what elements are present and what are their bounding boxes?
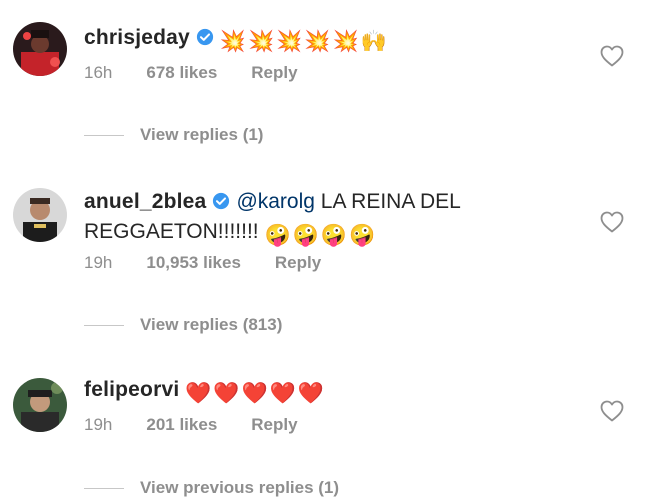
username[interactable]: anuel_2blea xyxy=(84,190,206,213)
verified-badge-icon xyxy=(213,192,230,210)
comment-line: REGGAETON!!!!!!! 🤪🤪🤪🤪 xyxy=(84,217,584,251)
verified-badge-icon xyxy=(196,28,214,46)
username[interactable]: felipeorvi xyxy=(84,378,179,401)
reply-button[interactable]: Reply xyxy=(275,253,321,272)
view-replies-button[interactable]: View previous replies (1) xyxy=(84,478,339,498)
emoji: ❤️ xyxy=(241,382,268,405)
heart-outline-icon[interactable] xyxy=(600,400,624,422)
emoji: ❤️ xyxy=(213,382,240,405)
emoji: 🤪 xyxy=(292,224,319,247)
avatar[interactable] xyxy=(13,188,67,242)
view-replies-label: View replies (813) xyxy=(140,315,283,334)
view-replies-button[interactable]: View replies (1) xyxy=(84,125,263,145)
likes-count[interactable]: 678 likes xyxy=(146,63,217,82)
emoji: 💥 xyxy=(304,30,331,53)
likes-count[interactable]: 10,953 likes xyxy=(146,253,241,272)
view-replies-button[interactable]: View replies (813) xyxy=(84,315,282,335)
view-replies-label: View replies (1) xyxy=(140,125,264,144)
emoji: 💥 xyxy=(332,30,359,53)
emoji: 💥 xyxy=(248,30,275,53)
reply-button[interactable]: Reply xyxy=(251,415,297,434)
comment-meta: 19h 201 likes Reply xyxy=(84,415,332,435)
heart-outline-icon[interactable] xyxy=(600,211,624,233)
emoji: ❤️ xyxy=(269,382,296,405)
view-replies-label: View previous replies (1) xyxy=(140,478,340,497)
reply-button[interactable]: Reply xyxy=(251,63,297,82)
emoji: 💥 xyxy=(276,30,303,53)
likes-count[interactable]: 201 likes xyxy=(146,415,217,434)
comment-line: chrisjeday 💥💥💥💥💥🙌 xyxy=(84,23,584,57)
divider xyxy=(84,488,124,490)
timestamp: 16h xyxy=(84,63,113,82)
emoji: 🙌 xyxy=(360,30,387,53)
comment-text: LA REINA DEL xyxy=(320,190,461,213)
avatar[interactable] xyxy=(13,378,67,432)
emoji: ❤️ xyxy=(185,382,212,405)
emoji: 💥 xyxy=(219,30,247,53)
comment-text: REGGAETON!!!!!!! xyxy=(84,220,259,243)
divider xyxy=(84,325,124,327)
username[interactable]: chrisjeday xyxy=(84,26,190,49)
emoji: ❤️ xyxy=(297,382,324,405)
comment-line: felipeorvi ❤️❤️❤️❤️❤️ xyxy=(84,375,584,409)
timestamp: 19h xyxy=(84,415,113,434)
mention-link[interactable]: @karolg xyxy=(236,190,315,213)
comment-meta: 19h 10,953 likes Reply xyxy=(84,253,355,273)
emoji: 🤪 xyxy=(348,224,376,247)
divider xyxy=(84,135,124,137)
avatar[interactable] xyxy=(13,22,67,76)
comment-line: anuel_2blea @karolg LA REINA DEL xyxy=(84,187,584,217)
timestamp: 19h xyxy=(84,253,113,272)
comment-meta: 16h 678 likes Reply xyxy=(84,63,332,83)
heart-outline-icon[interactable] xyxy=(600,45,624,67)
emoji: 🤪 xyxy=(320,224,347,247)
emoji: 🤪 xyxy=(264,224,291,247)
